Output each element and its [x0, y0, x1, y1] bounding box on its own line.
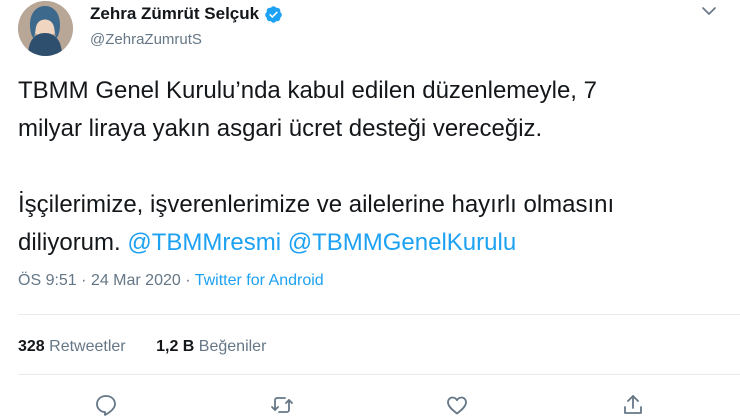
retweet-icon[interactable] [270, 393, 294, 417]
tweet-stats: 328 Retweetler 1,2 B Beğeniler [18, 338, 292, 356]
divider [18, 374, 740, 375]
heart-icon[interactable] [445, 393, 469, 417]
tweet-line-3: İşçilerimize, işverenlerimize ve aileler… [18, 191, 615, 218]
retweets-stat[interactable]: 328 Retweetler [18, 338, 126, 355]
avatar[interactable] [18, 1, 73, 56]
tweet-source-link[interactable]: Twitter for Android [195, 272, 324, 289]
tweet-text: TBMM Genel Kurulu’nda kabul edilen düzen… [18, 72, 723, 262]
author-handle[interactable]: @ZehraZumrutS [90, 30, 283, 50]
tweet-time[interactable]: ÖS 9:51 [18, 272, 77, 289]
reply-icon[interactable] [94, 393, 118, 417]
retweets-label: Retweetler [49, 338, 126, 355]
display-name-text[interactable]: Zehra Zümrüt Selçuk [90, 4, 259, 24]
tweet-date[interactable]: 24 Mar 2020 [91, 272, 181, 289]
likes-count: 1,2 B [156, 338, 195, 355]
tweet-line-4: diliyorum. @TBMMresmi @TBMMGenelKurulu [18, 224, 723, 262]
retweets-count: 328 [18, 338, 45, 355]
tweet-meta: ÖS 9:51 · 24 Mar 2020 · Twitter for Andr… [18, 272, 324, 290]
verified-badge-icon [264, 5, 283, 24]
meta-separator: · [185, 272, 191, 289]
tweet-line-1: TBMM Genel Kurulu’nda kabul edilen düzen… [18, 77, 597, 104]
share-icon[interactable] [621, 393, 645, 417]
meta-separator: · [81, 272, 87, 289]
tweet-card: Zehra Zümrüt Selçuk @ZehraZumrutS TBMM G… [0, 0, 740, 417]
tweet-line-4-text: diliyorum. [18, 229, 121, 256]
tweet-actions [0, 393, 740, 417]
divider [18, 314, 740, 315]
mention-link-tbmmgenelkurulu[interactable]: @TBMMGenelKurulu [288, 229, 516, 256]
display-name[interactable]: Zehra Zümrüt Selçuk [90, 4, 283, 24]
chevron-down-icon[interactable] [700, 2, 718, 20]
likes-stat[interactable]: 1,2 B Beğeniler [156, 338, 266, 355]
likes-label: Beğeniler [198, 338, 267, 355]
mention-link-tbmmresmi[interactable]: @TBMMresmi [127, 229, 281, 256]
author-info: Zehra Zümrüt Selçuk @ZehraZumrutS [90, 4, 283, 50]
tweet-header: Zehra Zümrüt Selçuk @ZehraZumrutS [18, 0, 738, 60]
tweet-line-2: milyar liraya yakın asgari ücret desteği… [18, 115, 543, 142]
